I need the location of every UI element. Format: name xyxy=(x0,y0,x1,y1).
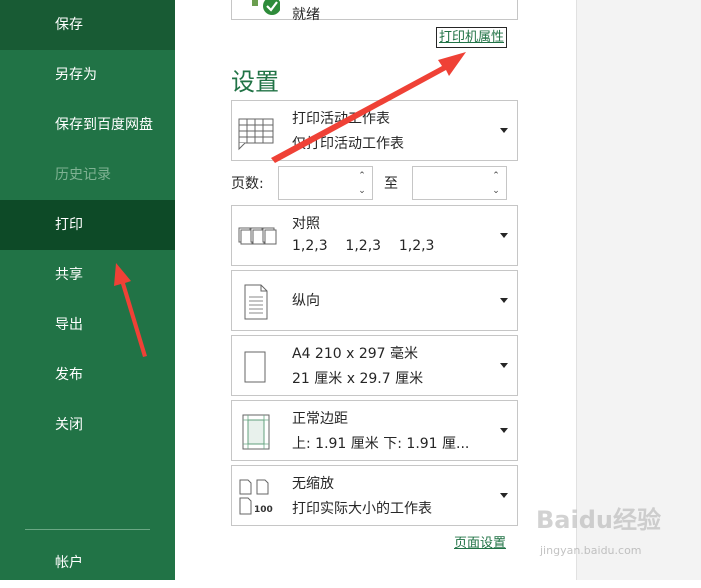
chevron-down-icon xyxy=(500,298,508,303)
pages-to-input[interactable] xyxy=(413,167,497,199)
no-scaling-icon: 100 xyxy=(239,479,273,515)
collation-desc: 1,2,3 1,2,3 1,2,3 xyxy=(292,238,435,254)
paper-size-dropdown[interactable]: A4 210 x 297 毫米 21 厘米 x 29.7 厘米 xyxy=(231,335,518,396)
orientation-dropdown[interactable]: 纵向 xyxy=(231,270,518,331)
scaling-icon-number: 100 xyxy=(254,505,273,515)
margins-dropdown[interactable]: 正常边距 上: 1.91 厘米 下: 1.91 厘... xyxy=(231,400,518,461)
scaling-desc: 打印实际大小的工作表 xyxy=(292,501,432,517)
page-setup-link[interactable]: 页面设置 xyxy=(454,532,506,551)
pages-to-stepper[interactable]: ⌃ ⌄ xyxy=(412,166,507,200)
nav-item-publish[interactable]: 发布 xyxy=(0,350,175,400)
nav-item-print[interactable]: 打印 xyxy=(0,200,175,250)
print-what-dropdown[interactable]: 打印活动工作表 仅打印活动工作表 xyxy=(231,100,518,161)
spin-down-icon[interactable]: ⌄ xyxy=(490,184,502,198)
nav-item-history: 历史记录 xyxy=(55,167,111,183)
print-what-title: 打印活动工作表 xyxy=(292,111,390,127)
chevron-down-icon xyxy=(500,128,508,133)
orientation-label: 纵向 xyxy=(292,293,320,309)
nav-divider xyxy=(25,529,150,530)
collated-pages-icon xyxy=(238,227,277,245)
nav-item-share[interactable]: 共享 xyxy=(0,250,175,300)
collation-dropdown[interactable]: 对照 1,2,3 1,2,3 1,2,3 xyxy=(231,205,518,266)
nav-item-save-to-baidu[interactable]: 保存到百度网盘 xyxy=(0,100,175,150)
worksheet-icon xyxy=(238,118,274,151)
spin-up-icon[interactable]: ⌃ xyxy=(490,169,502,183)
paper-size-title: A4 210 x 297 毫米 xyxy=(292,346,419,362)
spin-up-icon[interactable]: ⌃ xyxy=(356,169,368,183)
settings-heading: 设置 xyxy=(231,68,279,96)
pages-from-input[interactable] xyxy=(279,167,363,199)
backstage-nav: 保存 另存为 保存到百度网盘 历史记录 打印 共享 导出 发布 关闭 帐户 xyxy=(0,0,175,580)
printer-select[interactable]: 就绪 xyxy=(231,0,518,23)
pages-label: 页数: xyxy=(231,176,264,192)
pages-to-label: 至 xyxy=(384,176,398,192)
nav-item-account[interactable]: 帐户 xyxy=(0,538,175,588)
nav-item-export[interactable]: 导出 xyxy=(0,300,175,350)
pages-from-stepper[interactable]: ⌃ ⌄ xyxy=(278,166,373,200)
margins-icon xyxy=(242,414,270,450)
printer-status-text: 就绪 xyxy=(292,7,320,23)
portrait-page-icon xyxy=(244,284,268,320)
ready-check-icon xyxy=(252,0,280,15)
collation-title: 对照 xyxy=(292,216,320,232)
chevron-down-icon xyxy=(500,363,508,368)
nav-item-save[interactable]: 保存 xyxy=(0,0,175,50)
paper-size-icon xyxy=(244,351,266,383)
print-what-desc: 仅打印活动工作表 xyxy=(292,136,404,152)
paper-size-desc: 21 厘米 x 29.7 厘米 xyxy=(292,371,424,387)
printer-properties-link[interactable]: 打印机属性 xyxy=(436,27,508,48)
print-preview-area xyxy=(576,0,701,580)
chevron-down-icon xyxy=(500,233,508,238)
margins-title: 正常边距 xyxy=(292,411,348,427)
nav-item-save-as[interactable]: 另存为 xyxy=(0,50,175,100)
margins-desc: 上: 1.91 厘米 下: 1.91 厘... xyxy=(292,436,470,452)
nav-item-close[interactable]: 关闭 xyxy=(0,400,175,450)
scaling-dropdown[interactable]: 100 无缩放 打印实际大小的工作表 xyxy=(231,465,518,526)
spin-down-icon[interactable]: ⌄ xyxy=(356,184,368,198)
chevron-down-icon xyxy=(500,428,508,433)
chevron-down-icon xyxy=(500,493,508,498)
scaling-title: 无缩放 xyxy=(292,476,334,492)
